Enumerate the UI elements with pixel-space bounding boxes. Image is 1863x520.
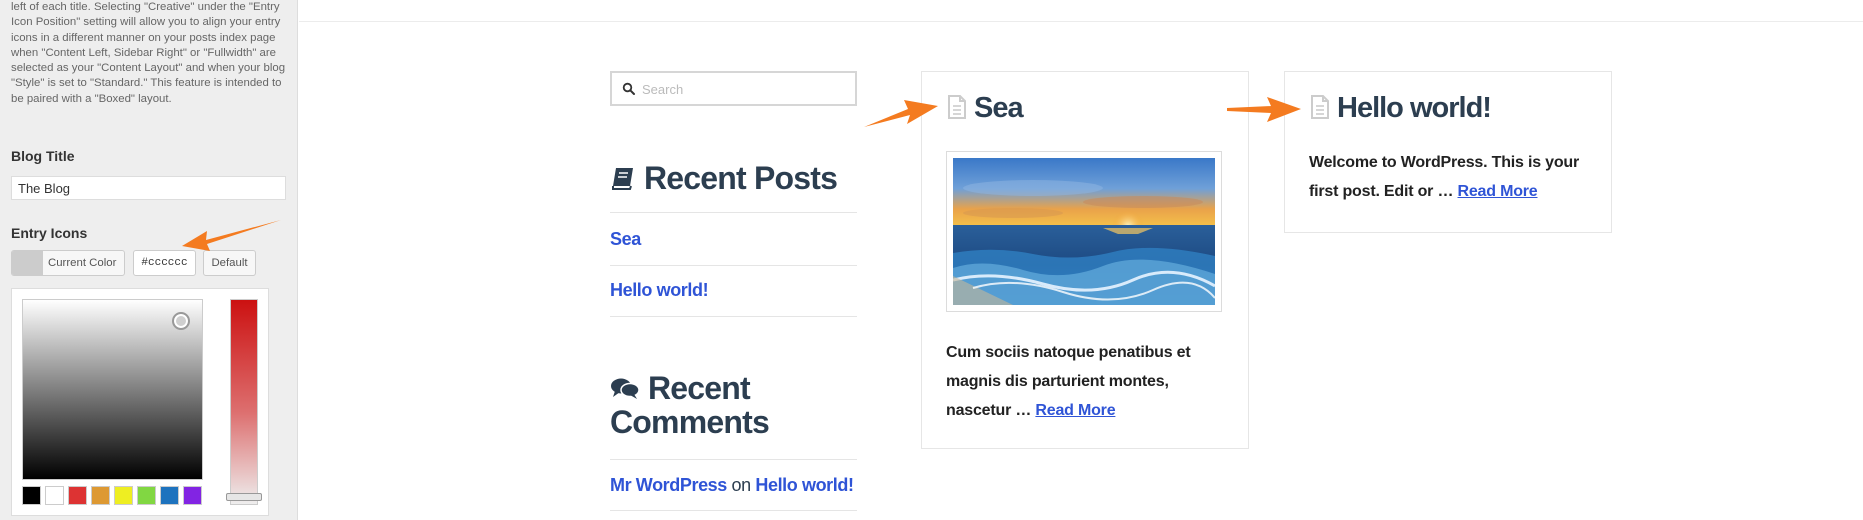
featured-image-frame bbox=[946, 151, 1222, 312]
palette-swatch[interactable] bbox=[68, 486, 87, 505]
recent-post-link-hello-world[interactable]: Hello world! bbox=[610, 280, 709, 301]
header-divider bbox=[299, 21, 1863, 22]
help-text: left of each title. Selecting "Creative"… bbox=[11, 1, 286, 105]
read-more-link[interactable]: Read More bbox=[1035, 402, 1115, 419]
post-title-text: Sea bbox=[974, 92, 1024, 124]
recent-comment-item: Mr WordPress on Hello world! bbox=[610, 475, 854, 496]
search-box bbox=[610, 71, 857, 106]
annotation-arrow-icon bbox=[1227, 97, 1301, 122]
divider bbox=[610, 316, 857, 317]
color-picker bbox=[11, 288, 269, 516]
annotation-arrow-icon bbox=[864, 100, 938, 127]
current-color-swatch bbox=[12, 251, 43, 275]
divider bbox=[610, 510, 857, 511]
recent-comments-heading: Recent Comments bbox=[610, 371, 870, 439]
divider bbox=[610, 265, 857, 266]
comment-author-link[interactable]: Mr WordPress bbox=[610, 475, 727, 495]
recent-posts-heading: Recent Posts bbox=[610, 158, 838, 198]
comment-on-text: on bbox=[731, 475, 752, 495]
blog-title-input[interactable] bbox=[11, 176, 286, 200]
recent-posts-title: Recent Posts bbox=[644, 160, 838, 196]
post-excerpt-text: Welcome to WordPress. This is your first… bbox=[1309, 154, 1580, 200]
palette-swatch[interactable] bbox=[137, 486, 156, 505]
customizer-sidebar: left of each title. Selecting "Creative"… bbox=[0, 0, 298, 520]
palette-swatch[interactable] bbox=[183, 486, 202, 505]
current-color-label: Current Color bbox=[48, 257, 117, 269]
post-title-sea[interactable]: Sea bbox=[946, 92, 1024, 125]
blog-title-label: Blog Title bbox=[11, 148, 75, 164]
post-title-text: Hello world! bbox=[1337, 92, 1492, 124]
post-card-hello-world: Hello world! Welcome to WordPress. This … bbox=[1284, 71, 1612, 233]
palette-swatch[interactable] bbox=[22, 486, 41, 505]
palette-swatch[interactable] bbox=[91, 486, 110, 505]
document-icon bbox=[948, 95, 966, 119]
hue-slider[interactable] bbox=[230, 299, 258, 505]
document-icon bbox=[1311, 95, 1329, 119]
palette-swatch[interactable] bbox=[160, 486, 179, 505]
post-card-sea: Sea Cum sociis natoque penatibus et magn… bbox=[921, 71, 1249, 449]
read-more-link[interactable]: Read More bbox=[1458, 183, 1538, 200]
book-icon bbox=[612, 168, 633, 190]
saturation-handle[interactable] bbox=[172, 312, 190, 330]
divider bbox=[610, 459, 857, 460]
hue-slider-handle[interactable] bbox=[226, 493, 262, 501]
recent-post-link-sea[interactable]: Sea bbox=[610, 229, 641, 250]
search-input[interactable] bbox=[640, 73, 854, 106]
comments-icon bbox=[611, 378, 640, 399]
palette-swatch[interactable] bbox=[114, 486, 133, 505]
post-title-hello-world[interactable]: Hello world! bbox=[1309, 92, 1492, 125]
post-excerpt: Welcome to WordPress. This is your first… bbox=[1309, 148, 1591, 206]
annotation-arrow-icon bbox=[182, 220, 281, 251]
post-excerpt: Cum sociis natoque penatibus et magnis d… bbox=[946, 338, 1228, 425]
current-color-button[interactable]: Current Color bbox=[11, 250, 125, 276]
search-icon bbox=[622, 82, 635, 95]
divider bbox=[610, 212, 857, 213]
entry-icons-label: Entry Icons bbox=[11, 225, 88, 241]
comment-post-link[interactable]: Hello world! bbox=[755, 475, 854, 495]
palette-swatch[interactable] bbox=[45, 486, 64, 505]
sea-sunset-image[interactable] bbox=[953, 158, 1215, 305]
